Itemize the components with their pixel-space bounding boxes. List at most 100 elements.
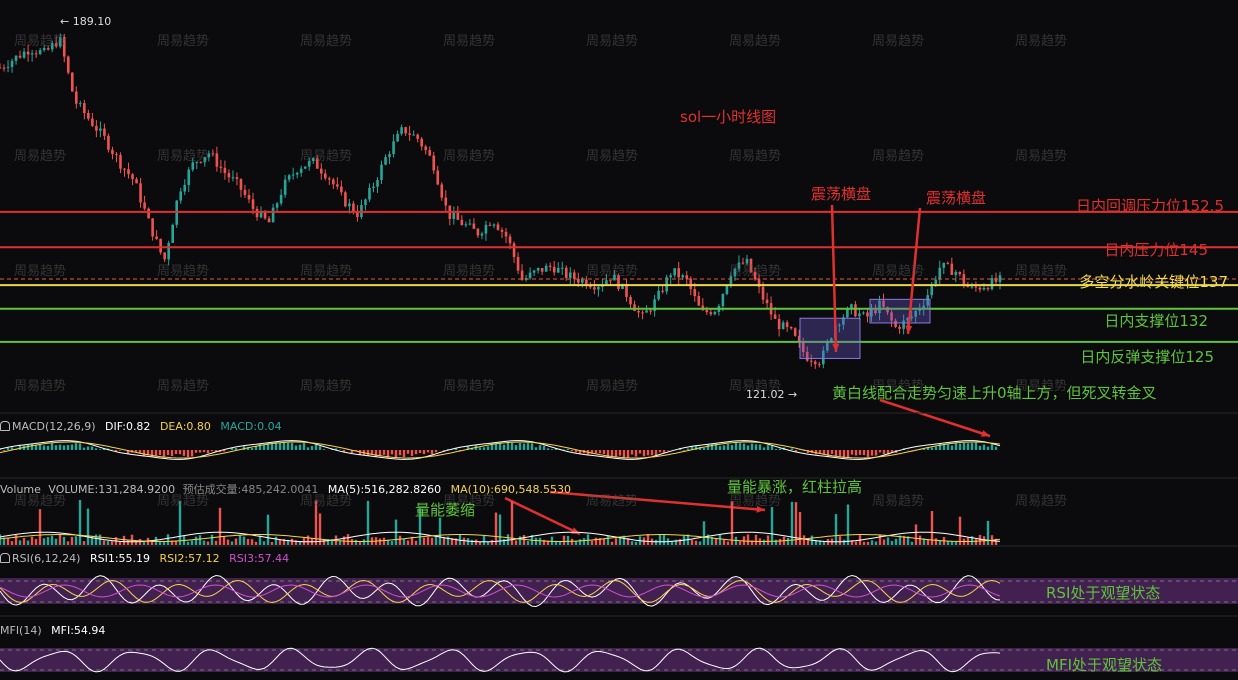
volume-ma10: MA(10):690,548.5530 bbox=[450, 483, 571, 496]
candle-body bbox=[548, 265, 552, 267]
macd-bar bbox=[414, 450, 418, 455]
volume-bar bbox=[470, 539, 474, 545]
candle-body bbox=[725, 285, 729, 295]
candle-body bbox=[227, 173, 231, 178]
volume-bar bbox=[702, 521, 706, 545]
candle-body bbox=[593, 287, 596, 290]
candle-body bbox=[340, 186, 343, 193]
watermark: 周易趋势 bbox=[157, 379, 210, 394]
candle-body bbox=[785, 322, 789, 327]
macd-bar bbox=[630, 450, 634, 455]
candle-body bbox=[673, 268, 676, 276]
macd-bar bbox=[566, 448, 570, 450]
candle-body bbox=[6, 66, 10, 68]
volume-bar bbox=[166, 534, 170, 545]
candle-body bbox=[303, 166, 307, 169]
volume-bar bbox=[274, 536, 278, 545]
macd-bar bbox=[502, 444, 506, 450]
macd-bar bbox=[170, 450, 174, 457]
candle-body bbox=[898, 326, 901, 329]
watermark: 周易趋势 bbox=[443, 379, 496, 394]
candle-body bbox=[332, 179, 335, 185]
watermark: 周易趋势 bbox=[872, 494, 925, 509]
macd-bar bbox=[682, 450, 686, 451]
candle-body bbox=[693, 289, 697, 297]
macd-bar bbox=[422, 450, 426, 455]
macd-bar bbox=[286, 442, 290, 450]
watermark: 周易趋势 bbox=[300, 379, 353, 394]
volume-bar bbox=[218, 507, 222, 545]
candle-body bbox=[713, 311, 717, 315]
volume-bar bbox=[118, 541, 122, 545]
volume-bar bbox=[658, 534, 662, 545]
candle-body bbox=[219, 166, 223, 168]
volume-bar bbox=[618, 537, 622, 545]
volume-bar bbox=[246, 539, 250, 545]
macd-bar bbox=[158, 450, 162, 456]
volume-bar bbox=[562, 535, 566, 545]
watermark: 周易趋势 bbox=[729, 34, 782, 49]
volume-bar bbox=[270, 541, 274, 545]
candle-body bbox=[761, 286, 765, 300]
volume-bar bbox=[766, 535, 770, 545]
rsi2-value: RSI2:57.12 bbox=[159, 552, 220, 565]
volume-bar bbox=[882, 539, 886, 545]
candle-body bbox=[428, 150, 432, 156]
candle-body bbox=[187, 169, 191, 185]
macd-bar bbox=[530, 443, 534, 450]
candle-body bbox=[721, 294, 725, 307]
candle-body bbox=[368, 187, 371, 200]
volume-bar bbox=[46, 537, 50, 545]
macd-bar bbox=[638, 450, 642, 454]
macd-note: 黄白线配合走势匀速上升0轴上方，但死叉转金叉 bbox=[832, 384, 1157, 402]
watermark: 周易趋势 bbox=[157, 264, 210, 279]
watermark: 周易趋势 bbox=[872, 264, 925, 279]
volume-bar bbox=[350, 539, 354, 545]
candle-body bbox=[472, 223, 476, 229]
volume-bar bbox=[190, 540, 194, 545]
volume-bar bbox=[74, 536, 78, 545]
candle-body bbox=[412, 134, 415, 136]
macd-bar bbox=[206, 450, 210, 454]
volume-bar bbox=[154, 536, 158, 545]
macd-bar bbox=[434, 450, 438, 453]
macd-bar bbox=[46, 445, 50, 450]
macd-bar bbox=[846, 450, 850, 458]
macd-bar bbox=[6, 447, 10, 450]
macd-bar bbox=[202, 450, 206, 453]
macd-bar bbox=[622, 450, 626, 458]
candle-body bbox=[765, 299, 769, 304]
candle-body bbox=[123, 168, 126, 170]
volume-bar bbox=[910, 541, 914, 545]
candle-body bbox=[789, 326, 793, 329]
consolidation-label-2: 震荡横盘 bbox=[926, 189, 987, 207]
volume-bar bbox=[478, 541, 482, 545]
candle-body bbox=[681, 275, 685, 278]
volume-bar bbox=[346, 534, 350, 545]
candle-body bbox=[492, 224, 496, 226]
macd-bar bbox=[958, 443, 962, 450]
watermark: 周易趋势 bbox=[157, 34, 210, 49]
arrow-volume-shrink-shaft bbox=[504, 496, 581, 536]
volume-bar bbox=[886, 537, 890, 545]
candle-body bbox=[649, 310, 652, 312]
candle-body bbox=[645, 310, 648, 313]
candle-body bbox=[404, 127, 407, 134]
macd-title: MACD(12,26,9) bbox=[12, 420, 96, 433]
candle-body bbox=[38, 50, 42, 54]
volume-bar bbox=[58, 534, 62, 545]
candle-body bbox=[235, 177, 239, 179]
candle-body bbox=[95, 125, 98, 131]
macd-bar bbox=[486, 446, 490, 450]
mfi-value: MFI:54.94 bbox=[51, 624, 106, 637]
macd-bar bbox=[598, 450, 602, 454]
candle-body bbox=[556, 267, 560, 273]
volume-bar bbox=[210, 534, 214, 545]
volume-bar bbox=[646, 534, 650, 545]
candle-body bbox=[589, 286, 592, 288]
volume-bar bbox=[366, 500, 370, 545]
macd-bar bbox=[710, 443, 714, 450]
macd-bar bbox=[310, 446, 314, 450]
volume-bar bbox=[718, 534, 722, 545]
candle-body bbox=[239, 178, 243, 190]
